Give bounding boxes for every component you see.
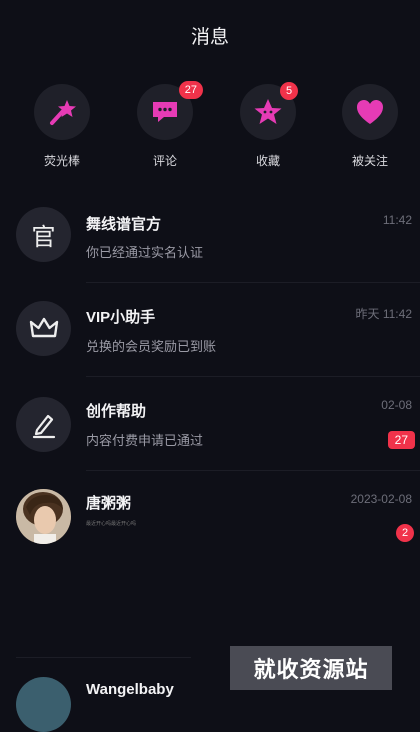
message-row-creation-help[interactable]: 创作帮助 内容付费申请已通过 02-08 27 bbox=[0, 385, 420, 471]
message-preview: 你已经通过实名认证 bbox=[86, 245, 204, 260]
crown-icon bbox=[29, 317, 58, 337]
quick-item-followers[interactable]: 被关注 bbox=[340, 84, 400, 169]
star-icon bbox=[254, 99, 282, 124]
message-time: 2023-02-08 bbox=[350, 492, 412, 506]
quick-label: 收藏 bbox=[255, 154, 280, 168]
quick-label: 荧光棒 bbox=[43, 154, 80, 168]
official-text-icon: 官 bbox=[31, 224, 56, 251]
message-preview: 最近开心吗最近开心吗 bbox=[86, 521, 137, 527]
quick-item-favorites[interactable]: 5 收藏 bbox=[238, 82, 298, 169]
quick-item-glowstick[interactable]: 荧光棒 bbox=[32, 84, 92, 169]
comments-button[interactable]: 27 bbox=[137, 81, 203, 140]
quick-label: 被关注 bbox=[351, 154, 388, 168]
message-time: 11:42 bbox=[382, 213, 412, 227]
message-time: 02-08 bbox=[381, 398, 412, 412]
edit-pen-icon bbox=[32, 414, 55, 438]
message-row-vip-assistant[interactable]: VIP小助手 兑换的会员奖励已到账 昨天 11:42 bbox=[0, 292, 420, 377]
message-row-user[interactable]: 唐粥粥 最近开心吗最近开心吗 2023-02-08 2 bbox=[0, 478, 420, 560]
watermark: 就收资源站 bbox=[230, 646, 392, 690]
message-preview: 兑换的会员奖励已到账 bbox=[86, 339, 217, 354]
user-photo-avatar bbox=[16, 489, 71, 544]
divider bbox=[86, 470, 420, 471]
unread-count-badge: 27 bbox=[387, 431, 415, 449]
portrait-image bbox=[16, 489, 71, 544]
creation-help-avatar bbox=[16, 397, 71, 452]
partial-avatar bbox=[16, 677, 71, 732]
divider bbox=[86, 376, 420, 377]
message-row-official[interactable]: 官 舞线谱官方 你已经通过实名认证 11:42 bbox=[0, 200, 420, 283]
divider bbox=[86, 282, 420, 283]
quick-label: 评论 bbox=[152, 154, 177, 168]
page-title: 消息 bbox=[190, 27, 229, 48]
glowstick-button[interactable] bbox=[34, 84, 90, 140]
favorites-button[interactable]: 5 bbox=[240, 82, 298, 140]
unread-count-badge: 2 bbox=[396, 524, 414, 542]
heart-icon bbox=[357, 100, 383, 124]
comments-count-badge: 27 bbox=[178, 81, 203, 99]
comment-bubble-icon bbox=[153, 102, 177, 122]
favorites-count-badge: 5 bbox=[280, 82, 298, 100]
magic-wand-star-icon bbox=[50, 100, 76, 125]
message-time: 昨天 11:42 bbox=[355, 307, 412, 321]
quick-actions-bar: 荧光棒 27 评论 5 收藏 被关注 bbox=[0, 81, 420, 174]
quick-item-comments[interactable]: 27 评论 bbox=[135, 81, 203, 169]
message-sender: VIP小助手 bbox=[86, 309, 156, 326]
official-avatar: 官 bbox=[16, 207, 71, 262]
followers-button[interactable] bbox=[342, 84, 398, 140]
message-sender: 创作帮助 bbox=[86, 403, 147, 420]
message-sender: 唐粥粥 bbox=[86, 495, 132, 512]
vip-avatar bbox=[16, 301, 71, 356]
message-sender: Wangelbaby bbox=[86, 681, 174, 698]
message-preview: 内容付费申请已通过 bbox=[86, 433, 204, 448]
message-sender: 舞线谱官方 bbox=[86, 216, 162, 233]
